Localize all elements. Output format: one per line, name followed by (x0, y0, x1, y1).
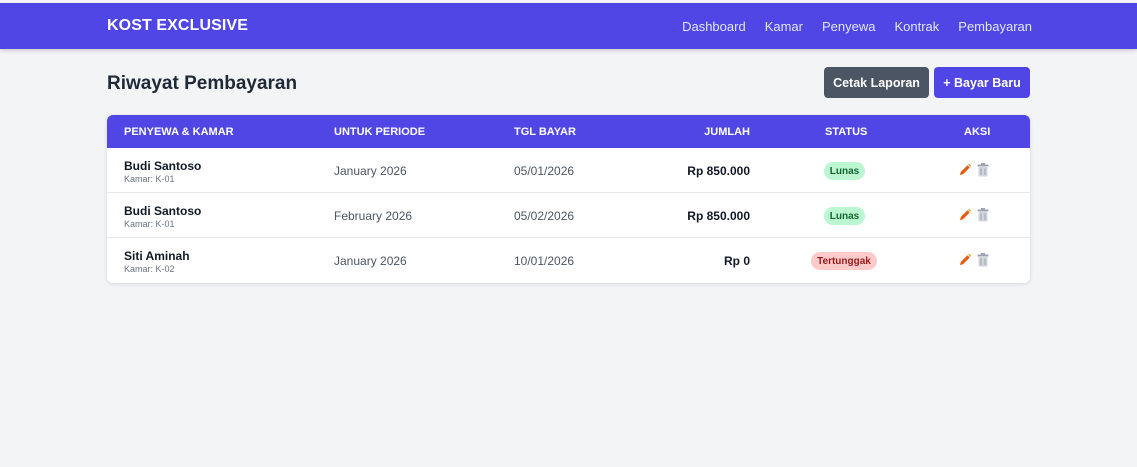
payment-amount: Rp 850.000 (687, 164, 750, 178)
trash-icon[interactable] (977, 253, 989, 267)
table-row: Budi Santoso Kamar: K-01 February 2026 0… (107, 193, 1030, 238)
header-amount: JUMLAH (704, 126, 750, 138)
payment-period: January 2026 (334, 164, 407, 178)
table-row: Budi Santoso Kamar: K-01 January 2026 05… (107, 148, 1030, 193)
status-badge: Lunas (824, 162, 865, 180)
status-badge: Tertunggak (811, 252, 877, 270)
table-row: Siti Aminah Kamar: K-02 January 2026 10/… (107, 238, 1030, 283)
payment-date: 05/01/2026 (514, 164, 575, 178)
new-payment-button[interactable]: + Bayar Baru (934, 67, 1030, 98)
nav-link-kontrak[interactable]: Kontrak (894, 19, 939, 34)
top-navbar: KOST EXCLUSIVE Dashboard Kamar Penyewa K… (0, 3, 1137, 49)
tenant-name: Siti Aminah (124, 249, 190, 263)
pencil-icon[interactable] (958, 163, 972, 177)
payments-table: PENYEWA & KAMAR UNTUK PERIODE TGL BAYAR … (107, 115, 1030, 283)
nav-link-dashboard[interactable]: Dashboard (682, 19, 746, 34)
header-actions: AKSI (964, 126, 991, 138)
payment-period: January 2026 (334, 254, 407, 268)
table-header: PENYEWA & KAMAR UNTUK PERIODE TGL BAYAR … (107, 115, 1030, 148)
nav-link-kamar[interactable]: Kamar (765, 19, 803, 34)
status-badge: Lunas (824, 207, 865, 225)
payment-date: 10/01/2026 (514, 254, 575, 268)
nav-links: Dashboard Kamar Penyewa Kontrak Pembayar… (682, 19, 1032, 34)
header-pay-date: TGL BAYAR (514, 126, 576, 138)
trash-icon[interactable] (977, 163, 989, 177)
header-period: UNTUK PERIODE (334, 126, 426, 138)
tenant-name: Budi Santoso (124, 159, 202, 173)
nav-link-pembayaran[interactable]: Pembayaran (958, 19, 1032, 34)
header-status: STATUS (825, 126, 868, 138)
page-title: Riwayat Pembayaran (107, 73, 298, 94)
payment-amount: Rp 0 (723, 254, 750, 268)
payment-amount: Rp 850.000 (687, 209, 750, 223)
brand-logo[interactable]: KOST EXCLUSIVE (107, 17, 248, 35)
payment-date: 05/02/2026 (514, 209, 575, 223)
pencil-icon[interactable] (958, 208, 972, 222)
tenant-name: Budi Santoso (124, 204, 202, 218)
tenant-room: Kamar: K-01 (124, 219, 175, 229)
trash-icon[interactable] (977, 208, 989, 222)
print-report-button[interactable]: Cetak Laporan (824, 67, 929, 98)
payment-period: February 2026 (334, 209, 413, 223)
tenant-room: Kamar: K-01 (124, 174, 175, 184)
pencil-icon[interactable] (958, 253, 972, 267)
header-tenant-room: PENYEWA & KAMAR (124, 126, 234, 138)
nav-link-penyewa[interactable]: Penyewa (822, 19, 875, 34)
tenant-room: Kamar: K-02 (124, 264, 175, 274)
